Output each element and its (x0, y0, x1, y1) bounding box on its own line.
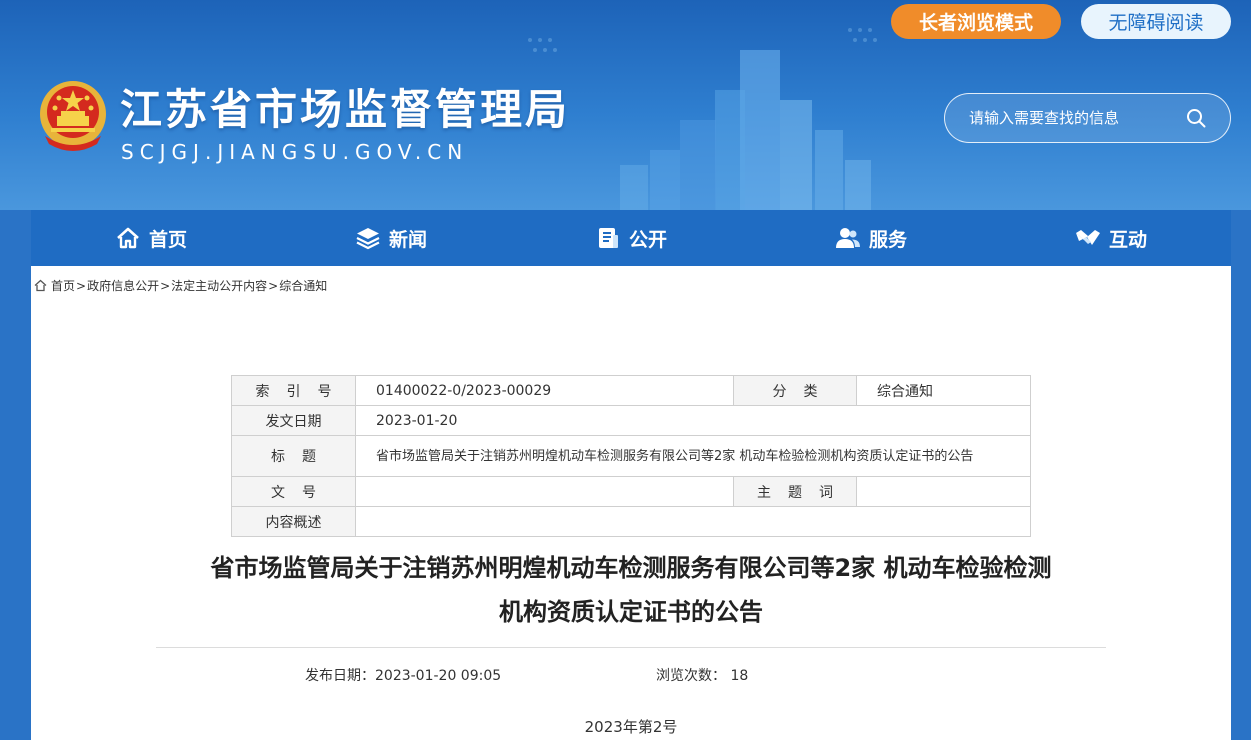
subject-value (856, 476, 1031, 507)
breadcrumb-link-gov-info[interactable]: 政府信息公开 (87, 277, 159, 294)
breadcrumb-link-general-notice[interactable]: 综合通知 (279, 277, 327, 294)
title-divider (156, 647, 1106, 648)
main-content: 首页 > 政府信息公开 > 法定主动公开内容 > 综合通知 索 引 号 0140… (31, 266, 1231, 740)
table-row: 标 题 省市场监管局关于注销苏州明煌机动车检测服务有限公司等2家 机动车检验检测… (231, 435, 1031, 477)
nav-item-label: 公开 (628, 228, 667, 251)
breadcrumb-link-home[interactable]: 首页 (51, 277, 75, 294)
nav-item-label: 新闻 (388, 228, 427, 251)
site-title: 江苏省市场监督管理局 (120, 85, 571, 134)
nav-item-service[interactable]: 服务 (751, 210, 991, 266)
subject-label: 主 题 词 (733, 476, 857, 507)
article-title-line-1: 省市场监管局关于注销苏州明煌机动车检测服务有限公司等2家 机动车检验检测 (210, 554, 1052, 582)
date-value: 2023-01-20 (355, 405, 1031, 436)
nav-item-interact[interactable]: 互动 (991, 210, 1231, 266)
table-row: 文 号 主 题 词 (231, 476, 1031, 507)
category-label: 分 类 (733, 375, 857, 406)
category-value: 综合通知 (856, 375, 1031, 406)
nav-item-label: 服务 (868, 228, 907, 251)
breadcrumb-separator: > (160, 278, 171, 293)
table-row: 索 引 号 01400022-0/2023-00029 分 类 综合通知 (231, 375, 1031, 406)
search-box[interactable] (944, 93, 1231, 143)
title-label: 标 题 (231, 435, 356, 477)
publish-date-value: 2023-01-20 09:05 (375, 668, 502, 684)
breadcrumb: 首页 > 政府信息公开 > 法定主动公开内容 > 综合通知 (34, 277, 327, 294)
elder-mode-button[interactable]: 长者浏览模式 (891, 4, 1061, 39)
view-count-label: 浏览次数： (656, 668, 726, 684)
site-header: 长者浏览模式 无障碍阅读 江苏省市场监督管理局 SCJGJ.JIANGSU.GO… (0, 0, 1251, 210)
title-value: 省市场监管局关于注销苏州明煌机动车检测服务有限公司等2家 机动车检验检测机构资质… (355, 435, 1031, 477)
layers-icon (356, 228, 380, 250)
nav-item-public[interactable]: 公开 (511, 210, 751, 266)
summary-value (355, 506, 1031, 537)
publish-date-label: 发布日期： (305, 668, 375, 684)
accessible-reading-button[interactable]: 无障碍阅读 (1081, 4, 1231, 39)
document-meta-table: 索 引 号 01400022-0/2023-00029 分 类 综合通知 发文日… (231, 375, 1031, 537)
nav-item-label: 首页 (148, 228, 187, 251)
breadcrumb-separator: > (76, 278, 87, 293)
handshake-icon (1075, 230, 1100, 245)
summary-label: 内容概述 (231, 506, 356, 537)
nav-item-label: 互动 (1108, 228, 1147, 251)
nav-item-news[interactable]: 新闻 (271, 210, 511, 266)
article-title-line-2: 机构资质认定证书的公告 (499, 598, 763, 626)
article-title: 省市场监管局关于注销苏州明煌机动车检测服务有限公司等2家 机动车检验检测 机构资… (156, 546, 1106, 634)
nav-item-home[interactable]: 首页 (31, 210, 271, 266)
table-row: 内容概述 (231, 506, 1031, 537)
index-value: 01400022-0/2023-00029 (355, 375, 734, 406)
table-row: 发文日期 2023-01-20 (231, 405, 1031, 436)
site-domain: SCJGJ.JIANGSU.GOV.CN (121, 140, 469, 164)
breadcrumb-link-statutory[interactable]: 法定主动公开内容 (171, 277, 267, 294)
view-count-value: 18 (730, 668, 749, 684)
breadcrumb-separator: > (268, 278, 279, 293)
search-icon[interactable] (1186, 108, 1206, 128)
home-icon (117, 227, 139, 249)
users-icon (835, 228, 860, 248)
search-input[interactable] (969, 109, 1179, 127)
docno-value (355, 476, 734, 507)
date-label: 发文日期 (231, 405, 356, 436)
national-emblem-icon (40, 81, 106, 151)
document-stack-icon (598, 228, 618, 248)
document-number: 2023年第2号 (584, 718, 678, 736)
docno-label: 文 号 (231, 476, 356, 507)
home-icon (34, 279, 47, 292)
index-label: 索 引 号 (231, 375, 356, 406)
main-nav: 首页 新闻 公开 服务 互动 (31, 210, 1231, 266)
publish-date: 发布日期：2023-01-20 09:05 (305, 665, 501, 685)
view-count: 浏览次数： 18 (656, 665, 748, 685)
